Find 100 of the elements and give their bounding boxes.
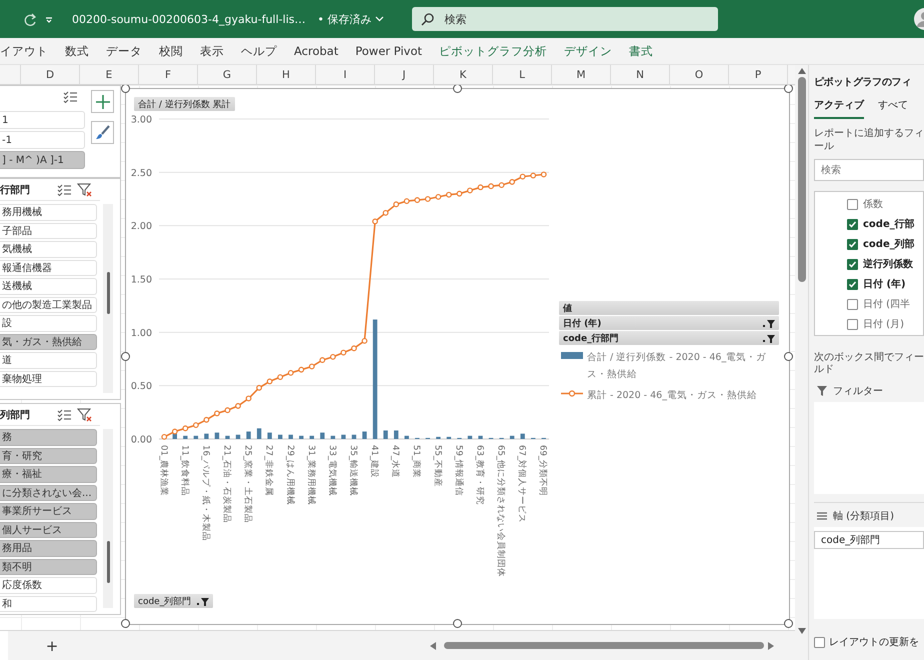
pane-hint: 次のボックス間でフィールド xyxy=(814,352,924,376)
pane-tab[interactable]: アクティブ xyxy=(814,98,864,119)
field-name[interactable]: code_列部 xyxy=(863,237,915,251)
column-header[interactable]: I xyxy=(316,65,375,84)
column-header[interactable]: N xyxy=(611,65,670,84)
slicer-item[interactable]: 応度係数 xyxy=(0,577,97,594)
search-field[interactable]: 検索 xyxy=(412,7,718,31)
slicer-item[interactable]: 報通信機器 xyxy=(0,260,97,276)
legend-field-button[interactable]: code_行部門 xyxy=(559,331,779,345)
field-search[interactable]: 検索 xyxy=(814,159,924,181)
x-axis-label: 67_対個人サービス xyxy=(516,445,527,524)
x-axis-label: 25_窯業・土石製品 xyxy=(242,445,253,524)
field-name[interactable]: code_行部 xyxy=(863,217,915,231)
pane-title: ピボットグラフのフィ xyxy=(814,76,912,89)
y-axis-label: 2.50 xyxy=(130,168,152,179)
x-axis-label: 11_飲食料品 xyxy=(179,445,190,496)
checkbox-label[interactable]: レイアウトの更新を xyxy=(829,635,919,649)
pane-tab[interactable]: すべて xyxy=(878,98,908,119)
slicer-item[interactable]: 送機械 xyxy=(0,278,97,294)
x-axis-label: 27_非鉄金属 xyxy=(264,445,274,496)
y-axis-label: 1.50 xyxy=(130,274,152,286)
pane-hint: レポートに追加するフィール xyxy=(814,127,924,153)
slicer-item[interactable]: 道 xyxy=(0,352,97,368)
column-header[interactable]: J xyxy=(375,65,434,84)
field-name[interactable]: 係数 xyxy=(863,197,883,211)
x-axis-label: 16_パルプ・紙・木製品 xyxy=(200,445,210,542)
file-name: 00200-soumu-00200603-4_gyaku-full-lis… xyxy=(72,12,306,26)
area-label: 軸 (分類項目) xyxy=(833,510,894,523)
column-header[interactable]: F xyxy=(139,65,198,84)
ribbon-tab[interactable]: 書式 xyxy=(629,44,654,58)
column-header[interactable]: O xyxy=(670,65,729,84)
legend-entry: 合計 / 逆行列係数 - 2020 - 46_電気・ガス・熱供給 xyxy=(587,351,768,382)
x-axis-label: 51_商業 xyxy=(411,445,422,478)
value-field-button[interactable]: 合計 / 逆行列係数 累計 xyxy=(134,97,235,111)
slicer-item[interactable]: に分類されない会... xyxy=(0,484,97,501)
field-name[interactable]: 日付 (月) xyxy=(863,317,904,331)
y-axis-label: 0.50 xyxy=(130,381,152,392)
field-name[interactable]: 逆行列係数 xyxy=(863,257,913,271)
slicer-item[interactable]: 事業所サービス xyxy=(0,503,97,520)
column-header[interactable]: G xyxy=(198,65,257,84)
column-header[interactable]: P xyxy=(729,65,788,84)
column-header[interactable]: H xyxy=(257,65,316,84)
x-axis-label: 55_不動産 xyxy=(432,445,442,488)
ribbon-tab[interactable]: 校閲 xyxy=(159,44,183,58)
axis-area-box[interactable]: code_列部門 xyxy=(814,527,924,619)
slicer-item[interactable]: の他の製造工業製品 xyxy=(0,296,97,313)
slicer-item[interactable]: 務用機械 xyxy=(0,204,97,220)
x-axis-label: 01_農林漁業 xyxy=(158,445,168,496)
ribbon-tab[interactable]: ヘルプ xyxy=(241,44,277,58)
column-header[interactable]: M xyxy=(552,65,611,84)
column-header[interactable]: L xyxy=(493,65,552,84)
x-axis-label: 47_水道 xyxy=(390,445,400,478)
slicer-item[interactable]: 務 xyxy=(0,429,97,446)
ribbon-tab[interactable]: 表示 xyxy=(200,44,224,58)
y-axis-label: 2.00 xyxy=(130,221,152,232)
column-header[interactable]: K xyxy=(434,65,493,84)
x-axis-label: 63_教育・研究 xyxy=(474,445,484,506)
ribbon-tab[interactable]: イアウト xyxy=(0,44,48,58)
x-axis-label: 65_他に分類されない会員制団体 xyxy=(496,445,506,578)
slicer-item[interactable]: 育・研究 xyxy=(0,448,97,464)
slicer-item[interactable]: 和 xyxy=(0,596,97,612)
legend-field-button[interactable]: 値 xyxy=(559,301,779,315)
slicer-item[interactable]: 気機械 xyxy=(0,241,97,258)
legend-entry: 累計 - 2020 - 46_電気・ガス・熱供給 xyxy=(587,389,757,403)
axis-field-button[interactable]: code_列部門 xyxy=(134,594,214,608)
ribbon-tab[interactable]: ピボットグラフ分析 xyxy=(439,44,548,58)
add-sheet-button[interactable]: + xyxy=(42,636,62,654)
x-axis-label: 21_石油・石炭製品 xyxy=(222,445,232,524)
slicer-item[interactable]: 務用品 xyxy=(0,540,97,556)
slicer-item[interactable]: ] - M^ )A ]-1 xyxy=(0,151,85,169)
x-axis-label: 41_建設 xyxy=(369,445,380,478)
field-name[interactable]: 日付 (年) xyxy=(863,277,906,291)
area-field-item[interactable]: code_列部門 xyxy=(814,531,924,549)
x-axis-label: 59_情報通信 xyxy=(453,445,464,496)
x-axis-label: 69_分類不明 xyxy=(538,445,548,496)
save-status-button[interactable]: • 保存済み xyxy=(317,12,384,26)
y-axis-label: 1.00 xyxy=(130,328,152,339)
slicer-item[interactable]: 棄物処理 xyxy=(0,370,97,387)
y-axis-label: 3.00 xyxy=(130,114,152,126)
ribbon-tab[interactable]: 数式 xyxy=(65,44,89,58)
ribbon-tab[interactable]: データ xyxy=(106,44,142,58)
slicer-item[interactable]: 1 xyxy=(0,111,85,129)
legend-field-button[interactable]: 日付 (年) xyxy=(559,316,779,330)
slicer-item[interactable]: 気・ガス・熱供給 xyxy=(0,334,97,350)
slicer-item[interactable]: 個人サービス xyxy=(0,522,97,538)
column-header[interactable]: D xyxy=(21,65,80,84)
slicer-item[interactable]: -1 xyxy=(0,131,85,149)
field-name[interactable]: 日付 (四半 xyxy=(863,297,910,311)
x-axis-label: 35_輸送機械 xyxy=(348,445,358,496)
column-header[interactable]: E xyxy=(80,65,139,84)
slicer-item[interactable]: 設 xyxy=(0,315,97,332)
slicer-item[interactable]: 療・福祉 xyxy=(0,466,97,482)
x-axis-label: 33_電気機械 xyxy=(326,445,337,496)
ribbon-tab[interactable]: デザイン xyxy=(564,44,612,58)
x-axis-label: 29_はん用機械 xyxy=(284,445,295,506)
ribbon-tab[interactable]: Acrobat xyxy=(294,44,338,58)
slicer-item[interactable]: 類不明 xyxy=(0,558,97,575)
slicer-title: 行部門 xyxy=(0,184,31,196)
ribbon-tab[interactable]: Power Pivot xyxy=(355,44,422,58)
slicer-item[interactable]: 子部品 xyxy=(0,222,97,239)
